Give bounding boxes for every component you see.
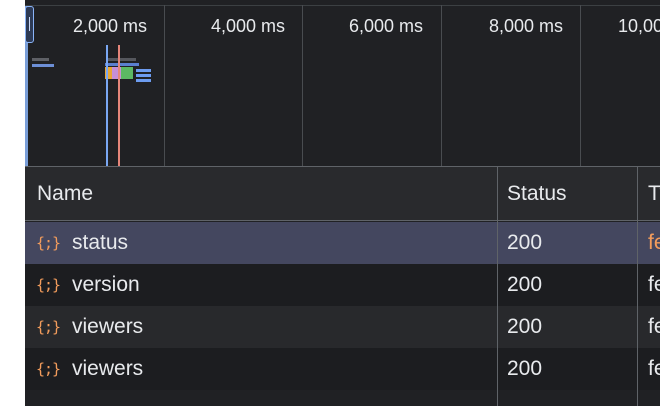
request-bar: [136, 69, 151, 72]
request-type: fetch: [648, 357, 660, 380]
table-header: Name Status Type: [25, 167, 660, 221]
tick-label: 2,000 ms: [73, 16, 148, 36]
grid-line: [302, 5, 303, 167]
dom-content-loaded-marker: [106, 45, 108, 167]
load-event-marker: [118, 45, 120, 167]
request-bar: [121, 67, 133, 79]
request-status: 200: [507, 273, 543, 296]
json-braces-icon: {;}: [36, 276, 61, 294]
request-bar: [108, 58, 136, 61]
network-overview[interactable]: 2,000 ms 4,000 ms 6,000 ms 8,000 ms 10,0…: [25, 0, 660, 167]
tick-label: 10,000 ms: [618, 16, 660, 36]
request-bar: [105, 63, 139, 66]
json-braces-icon: {;}: [36, 360, 61, 378]
request-name: version: [72, 273, 140, 296]
network-request-table: Name Status Type {;} status 200 fetch {;…: [25, 167, 660, 406]
column-resizer[interactable]: [497, 167, 498, 406]
window-left-edge: [0, 0, 25, 406]
overview-top-border: [25, 5, 660, 6]
request-name: viewers: [72, 315, 144, 338]
grid-line: [164, 5, 165, 167]
column-header-type[interactable]: Type: [648, 167, 660, 221]
request-bar: [136, 79, 151, 82]
request-status: 200: [507, 231, 543, 254]
table-row[interactable]: {;} viewers 200 fetch: [25, 306, 660, 348]
request-type: fetch: [648, 273, 660, 296]
overview-range-handle[interactable]: [25, 6, 34, 43]
tick-label: 4,000 ms: [211, 16, 286, 36]
grid-line: [441, 5, 442, 167]
request-type: fetch: [648, 315, 660, 338]
json-braces-icon: {;}: [36, 318, 61, 336]
table-row[interactable]: {;} version 200 fetch: [25, 264, 660, 306]
request-bar: [136, 74, 151, 77]
request-bar: [32, 64, 54, 67]
tick-label: 6,000 ms: [349, 16, 424, 36]
grid-line: [580, 5, 581, 167]
request-status: 200: [507, 315, 543, 338]
column-header-name[interactable]: Name: [37, 167, 492, 221]
request-type: fetch: [648, 231, 660, 254]
json-braces-icon: {;}: [36, 234, 61, 252]
column-resizer[interactable]: [637, 167, 638, 406]
request-bar: [32, 58, 49, 61]
column-header-status[interactable]: Status: [507, 167, 632, 221]
table-row[interactable]: {;} viewers 200 fetch: [25, 348, 660, 390]
request-status: 200: [507, 357, 543, 380]
request-name: viewers: [72, 357, 144, 380]
tick-label: 8,000 ms: [489, 16, 564, 36]
table-row[interactable]: {;} status 200 fetch: [25, 222, 660, 264]
request-name: status: [72, 231, 129, 254]
